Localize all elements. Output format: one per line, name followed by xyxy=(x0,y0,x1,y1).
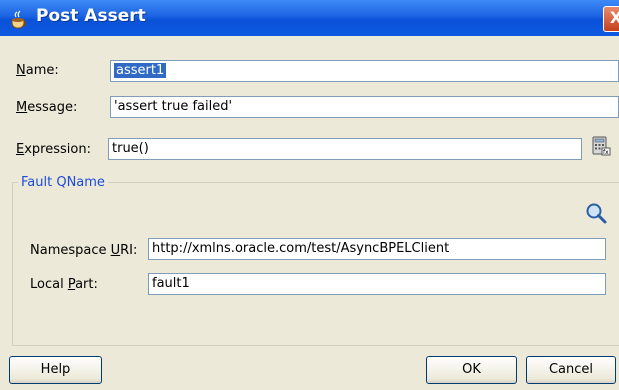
window-title: Post Assert xyxy=(36,6,146,26)
cancel-button[interactable]: Cancel xyxy=(526,356,616,384)
namespace-uri-value: http://xmlns.oracle.com/test/AsyncBPELCl… xyxy=(152,241,450,256)
expression-field[interactable]: true() xyxy=(108,138,582,160)
message-value: 'assert true failed' xyxy=(114,99,233,114)
post-assert-dialog: Post Assert X Name: assert1 Message: 'as… xyxy=(0,0,619,390)
namespace-uri-label: Namespace URI: xyxy=(30,243,138,258)
close-button[interactable]: X xyxy=(603,6,619,32)
expression-label: Expression: xyxy=(16,142,91,157)
magnifier-icon[interactable] xyxy=(584,201,608,225)
name-field[interactable]: assert1 xyxy=(110,60,619,82)
svg-text:fx: fx xyxy=(603,149,609,156)
fault-qname-group xyxy=(12,182,619,346)
local-part-label: Local Part: xyxy=(30,277,98,292)
ok-button[interactable]: OK xyxy=(426,356,517,384)
message-label: Message: xyxy=(16,100,78,115)
help-button[interactable]: Help xyxy=(9,356,102,384)
expression-value: true() xyxy=(112,141,149,156)
name-label: Name: xyxy=(16,63,59,78)
coffee-cup-icon xyxy=(11,10,27,29)
fault-qname-title: Fault QName xyxy=(18,175,108,190)
title-bar[interactable]: Post Assert X xyxy=(0,0,619,36)
local-part-value: fault1 xyxy=(152,276,190,291)
calculator-icon[interactable]: fx xyxy=(591,136,611,156)
namespace-uri-field[interactable]: http://xmlns.oracle.com/test/AsyncBPELCl… xyxy=(148,238,606,260)
message-field[interactable]: 'assert true failed' xyxy=(110,96,619,118)
close-icon: X xyxy=(609,8,619,27)
name-value: assert1 xyxy=(114,63,167,78)
local-part-field[interactable]: fault1 xyxy=(148,273,606,295)
